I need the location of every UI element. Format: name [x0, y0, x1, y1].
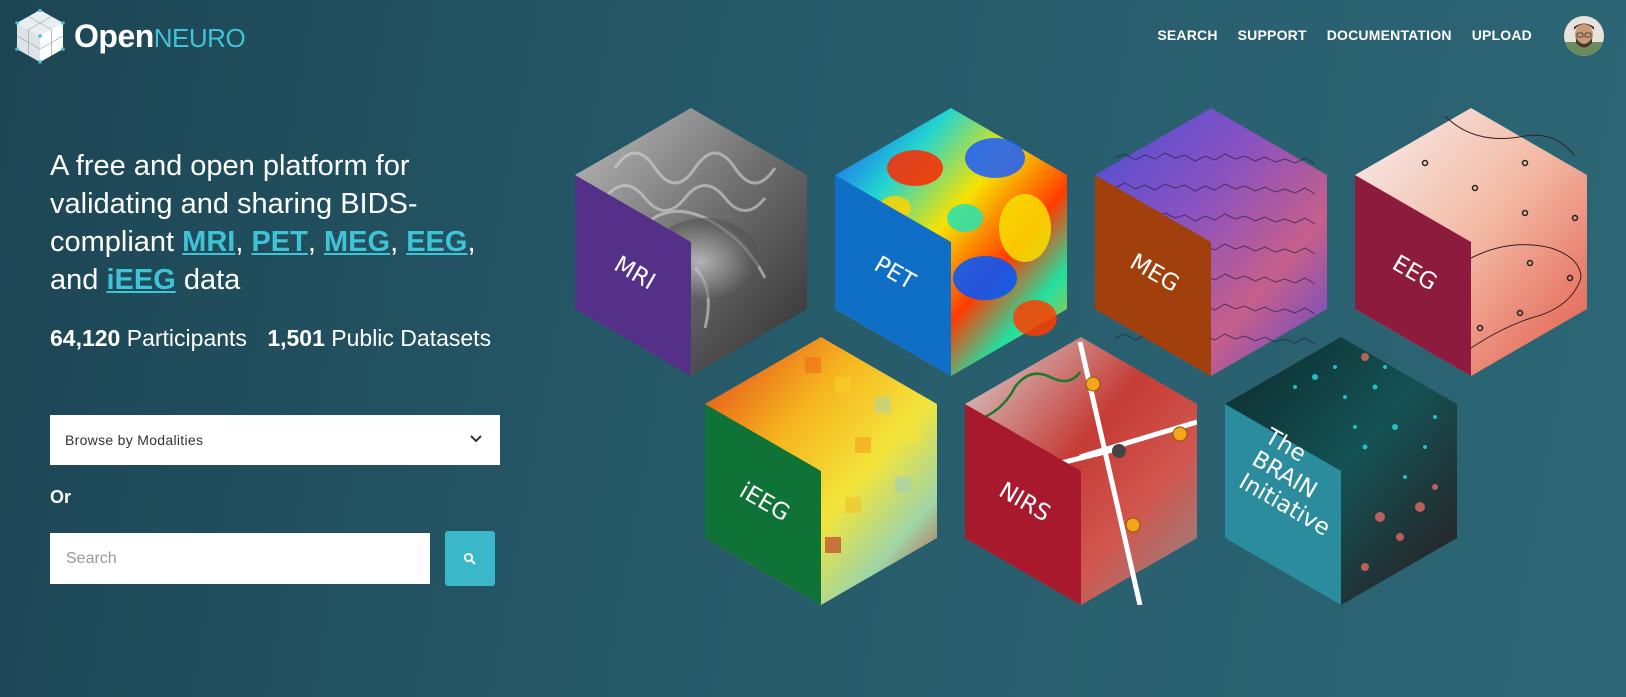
datasets-count: 1,501 [267, 325, 325, 351]
browse-modalities-dropdown[interactable]: Browse by Modalities [50, 415, 500, 465]
link-eeg[interactable]: EEG [406, 226, 467, 258]
site-stats: 64,120 Participants 1,501 Public Dataset… [50, 325, 491, 352]
or-label: Or [50, 487, 72, 507]
modality-cube-brain-initiative[interactable]: The BRAIN Initiative [1225, 337, 1457, 605]
link-meg[interactable]: MEG [324, 226, 390, 258]
search-input[interactable] [50, 533, 430, 584]
top-navbar: OpenNEURO SEARCH SUPPORT DOCUMENTATION U… [0, 0, 1626, 72]
nav-upload[interactable]: UPLOAD [1472, 27, 1532, 43]
modality-cube-ieeg[interactable]: iEEG [705, 337, 937, 605]
dropdown-label: Browse by Modalities [65, 432, 204, 448]
participants-count: 64,120 [50, 325, 121, 351]
tagline-end: data [175, 264, 241, 296]
avatar-image [1564, 16, 1604, 56]
openneuro-logo[interactable]: OpenNEURO [14, 8, 246, 64]
nav-support[interactable]: SUPPORT [1238, 27, 1307, 43]
hero-tagline: A free and open platform for validating … [50, 147, 520, 299]
tagline-sep: , [307, 226, 324, 258]
participants-label: Participants [126, 325, 247, 351]
logo-cube-icon [15, 8, 65, 64]
nav-search[interactable]: SEARCH [1157, 27, 1217, 43]
link-pet[interactable]: PET [251, 226, 307, 258]
brand-neuro: NEURO [153, 23, 246, 53]
user-avatar[interactable] [1564, 16, 1604, 56]
datasets-label: Public Datasets [331, 325, 492, 351]
brand-open: Open [74, 18, 154, 54]
chevron-down-icon [470, 435, 482, 443]
main-nav: SEARCH SUPPORT DOCUMENTATION UPLOAD [1157, 27, 1532, 43]
link-mri[interactable]: MRI [182, 226, 235, 258]
nav-documentation[interactable]: DOCUMENTATION [1327, 27, 1452, 43]
search-icon [463, 552, 476, 565]
modality-cube-eeg[interactable]: EEG [1355, 108, 1587, 376]
modality-cube-meg[interactable]: MEG [1095, 108, 1327, 376]
tagline-sep: , [235, 226, 252, 258]
modality-cube-nirs[interactable]: NIRS [965, 337, 1197, 605]
modality-cube-mri[interactable]: MRI [575, 108, 807, 376]
brand-name: OpenNEURO [74, 18, 246, 54]
search-button[interactable] [445, 531, 495, 586]
modality-cube-pet[interactable]: PET [835, 108, 1067, 376]
tagline-sep: , [390, 226, 407, 258]
link-ieeg[interactable]: iEEG [106, 264, 175, 296]
